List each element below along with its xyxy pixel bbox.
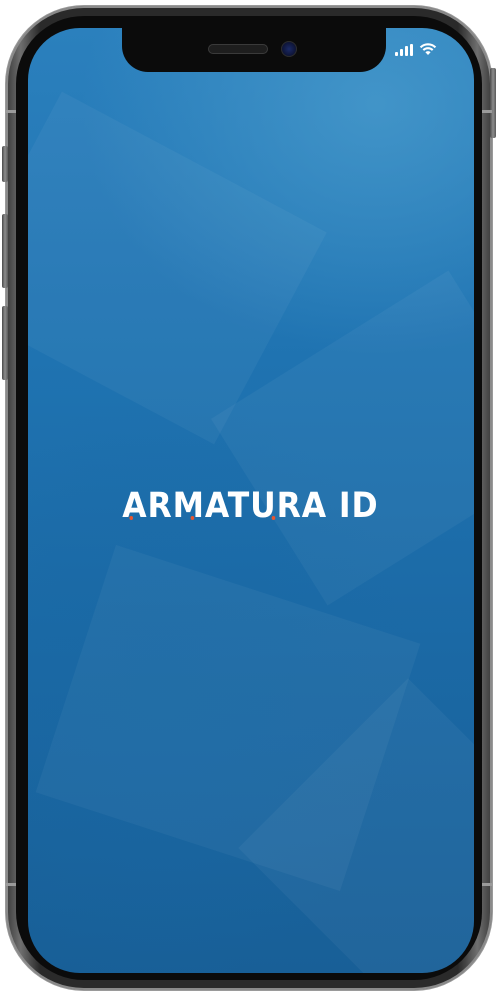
power-button [490, 68, 496, 138]
antenna-band [482, 883, 492, 886]
wifi-icon [419, 43, 437, 55]
logo-container: ARMATURA ID [0, 486, 501, 526]
brand-logo-text: ARMATURA ID [122, 486, 379, 526]
silent-switch [2, 146, 8, 182]
volume-up-button [2, 214, 8, 288]
antenna-band [482, 110, 492, 113]
antenna-band [6, 110, 16, 113]
front-camera-icon [281, 41, 297, 57]
cellular-signal-icon [395, 44, 413, 56]
status-bar-icons [395, 42, 437, 56]
antenna-band [6, 883, 16, 886]
brand-logo: ARMATURA ID [122, 486, 378, 526]
earpiece-speaker [208, 44, 268, 54]
volume-down-button [2, 306, 8, 380]
